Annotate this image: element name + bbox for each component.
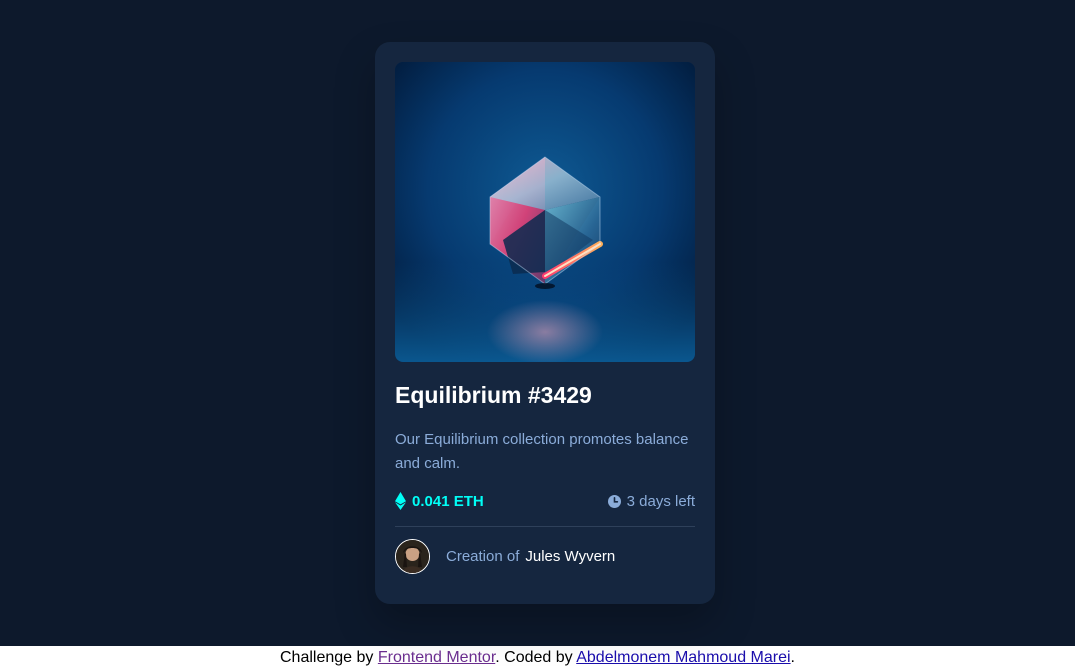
frontend-mentor-link[interactable]: Frontend Mentor [378, 649, 495, 666]
time-block: 3 days left [607, 492, 695, 510]
clock-icon [607, 494, 621, 508]
attribution-challenge-prefix: Challenge by [280, 649, 374, 666]
card-description: Our Equilibrium collection promotes bala… [395, 431, 689, 472]
attribution-suffix: . [790, 649, 795, 666]
author-link[interactable]: Abdelmonem Mahmoud Marei [576, 649, 790, 666]
card-title[interactable]: Equilibrium #3429 [395, 382, 592, 409]
creator-name[interactable]: Jules Wyvern [525, 548, 615, 565]
page-background: Equilibrium #3429 Our Equilibrium collec… [0, 0, 1075, 646]
card-divider [395, 526, 695, 527]
creator-prefix: Creation of [446, 547, 520, 565]
attribution-footer: Challenge by Frontend Mentor. Coded by A… [0, 646, 1075, 669]
equilibrium-image[interactable] [395, 62, 695, 362]
attribution-coded-prefix: . Coded by [495, 649, 573, 666]
equilibrium-cube-image [395, 62, 695, 362]
price-block: 0.041 ETH [395, 492, 484, 510]
card-meta-row: 0.041 ETH 3 days left [395, 488, 695, 514]
creator-row: Creation of Jules Wyvern [395, 537, 695, 575]
creator-avatar [395, 538, 430, 574]
ethereum-icon [395, 492, 406, 510]
price-value: 0.041 ETH [412, 492, 484, 510]
time-left: 3 days left [626, 492, 695, 510]
nft-card: Equilibrium #3429 Our Equilibrium collec… [375, 42, 715, 604]
